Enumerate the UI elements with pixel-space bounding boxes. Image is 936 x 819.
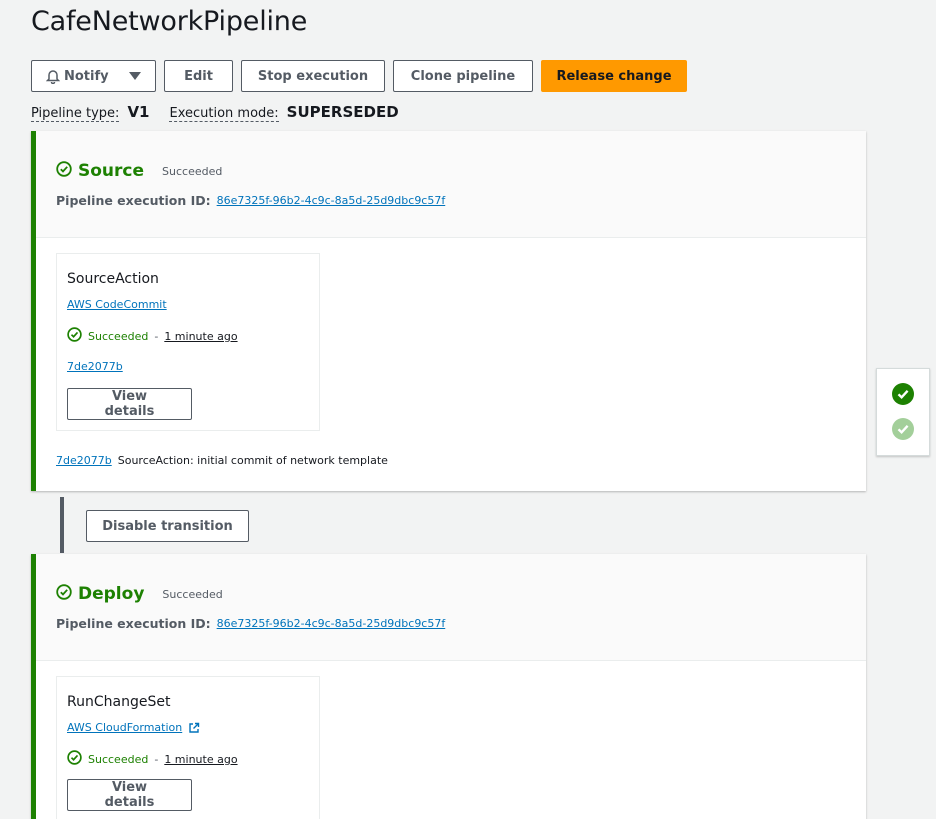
action-provider: AWS CodeCommit — [67, 298, 167, 311]
stage-navigator — [876, 368, 930, 456]
commit-link[interactable]: 7de2077b — [56, 454, 112, 467]
execution-id-link[interactable]: 86e7325f-96b2-4c9c-8a5d-25d9dbc9c57f — [217, 194, 446, 207]
action-status: Succeeded — [88, 329, 149, 343]
check-circle-icon[interactable] — [892, 383, 914, 409]
status-separator: - — [154, 329, 159, 343]
edit-button[interactable]: Edit — [164, 60, 233, 92]
stage-name: Deploy — [78, 584, 145, 604]
action-status-row: Succeeded - 1 minute ago — [67, 327, 238, 345]
execution-id-row: Pipeline execution ID: 86e7325f-96b2-4c9… — [56, 616, 445, 631]
status-separator: - — [154, 752, 159, 766]
page-title: CafeNetworkPipeline — [31, 6, 308, 37]
execution-id-link[interactable]: 86e7325f-96b2-4c9c-8a5d-25d9dbc9c57f — [217, 617, 446, 630]
execution-mode-label[interactable]: Execution mode: — [169, 106, 279, 122]
provider-link[interactable]: AWS CloudFormation — [67, 721, 182, 734]
action-name: RunChangeSet — [67, 694, 171, 710]
caret-down-icon — [129, 72, 141, 80]
toolbar: Notify Edit Stop execution Clone pipelin… — [31, 60, 687, 92]
stage-header: Source Succeeded Pipeline execution ID: … — [36, 131, 866, 238]
view-details-button[interactable]: View details — [67, 779, 192, 811]
execution-id-row: Pipeline execution ID: 86e7325f-96b2-4c9… — [56, 193, 445, 208]
stage-title-row: Source Succeeded — [56, 161, 222, 181]
stage-status: Succeeded — [162, 164, 223, 178]
stage-name: Source — [78, 161, 145, 181]
clone-pipeline-button[interactable]: Clone pipeline — [393, 60, 533, 92]
notify-button[interactable]: Notify — [31, 60, 156, 92]
execution-id-label: Pipeline execution ID: — [56, 616, 211, 631]
stage-header: Deploy Succeeded Pipeline execution ID: … — [36, 554, 866, 661]
action-card-source: SourceAction AWS CodeCommit Succeeded - … — [56, 253, 320, 431]
provider-link[interactable]: AWS CodeCommit — [67, 298, 167, 311]
stage-deploy: Deploy Succeeded Pipeline execution ID: … — [31, 554, 866, 819]
stage-title-row: Deploy Succeeded — [56, 584, 223, 604]
check-circle-icon — [56, 161, 72, 181]
action-provider: AWS CloudFormation — [67, 721, 200, 734]
stage-source: Source Succeeded Pipeline execution ID: … — [31, 131, 866, 491]
commit-message: SourceAction: initial commit of network … — [117, 454, 388, 467]
revision-link[interactable]: 7de2077b — [67, 360, 123, 373]
action-card-deploy: RunChangeSet AWS CloudFormation Succeede… — [56, 676, 320, 819]
check-circle-icon[interactable] — [892, 418, 914, 444]
action-time[interactable]: 1 minute ago — [164, 753, 237, 766]
view-details-button[interactable]: View details — [67, 388, 192, 420]
external-link-icon[interactable] — [188, 722, 200, 734]
execution-id-label: Pipeline execution ID: — [56, 193, 211, 208]
execution-mode-value: SUPERSEDED — [286, 103, 399, 121]
transition-bar — [60, 497, 64, 553]
stage-status: Succeeded — [162, 587, 223, 601]
action-name: SourceAction — [67, 271, 159, 287]
action-status-row: Succeeded - 1 minute ago — [67, 750, 238, 768]
pipeline-type-label[interactable]: Pipeline type: — [31, 106, 120, 122]
disable-transition-button[interactable]: Disable transition — [86, 510, 249, 542]
notify-label: Notify — [64, 68, 109, 84]
release-change-button[interactable]: Release change — [541, 60, 687, 92]
stop-execution-button[interactable]: Stop execution — [241, 60, 385, 92]
pipeline-type-value: V1 — [127, 103, 150, 121]
pipeline-meta: Pipeline type: V1 Execution mode: SUPERS… — [31, 103, 419, 122]
action-status: Succeeded — [88, 752, 149, 766]
action-time[interactable]: 1 minute ago — [164, 330, 237, 343]
bell-icon — [46, 69, 60, 84]
check-circle-icon — [56, 584, 72, 604]
revision-row: 7de2077b — [67, 360, 123, 373]
check-circle-icon — [67, 750, 82, 768]
commit-row: 7de2077b SourceAction: initial commit of… — [56, 454, 388, 467]
check-circle-icon — [67, 327, 82, 345]
